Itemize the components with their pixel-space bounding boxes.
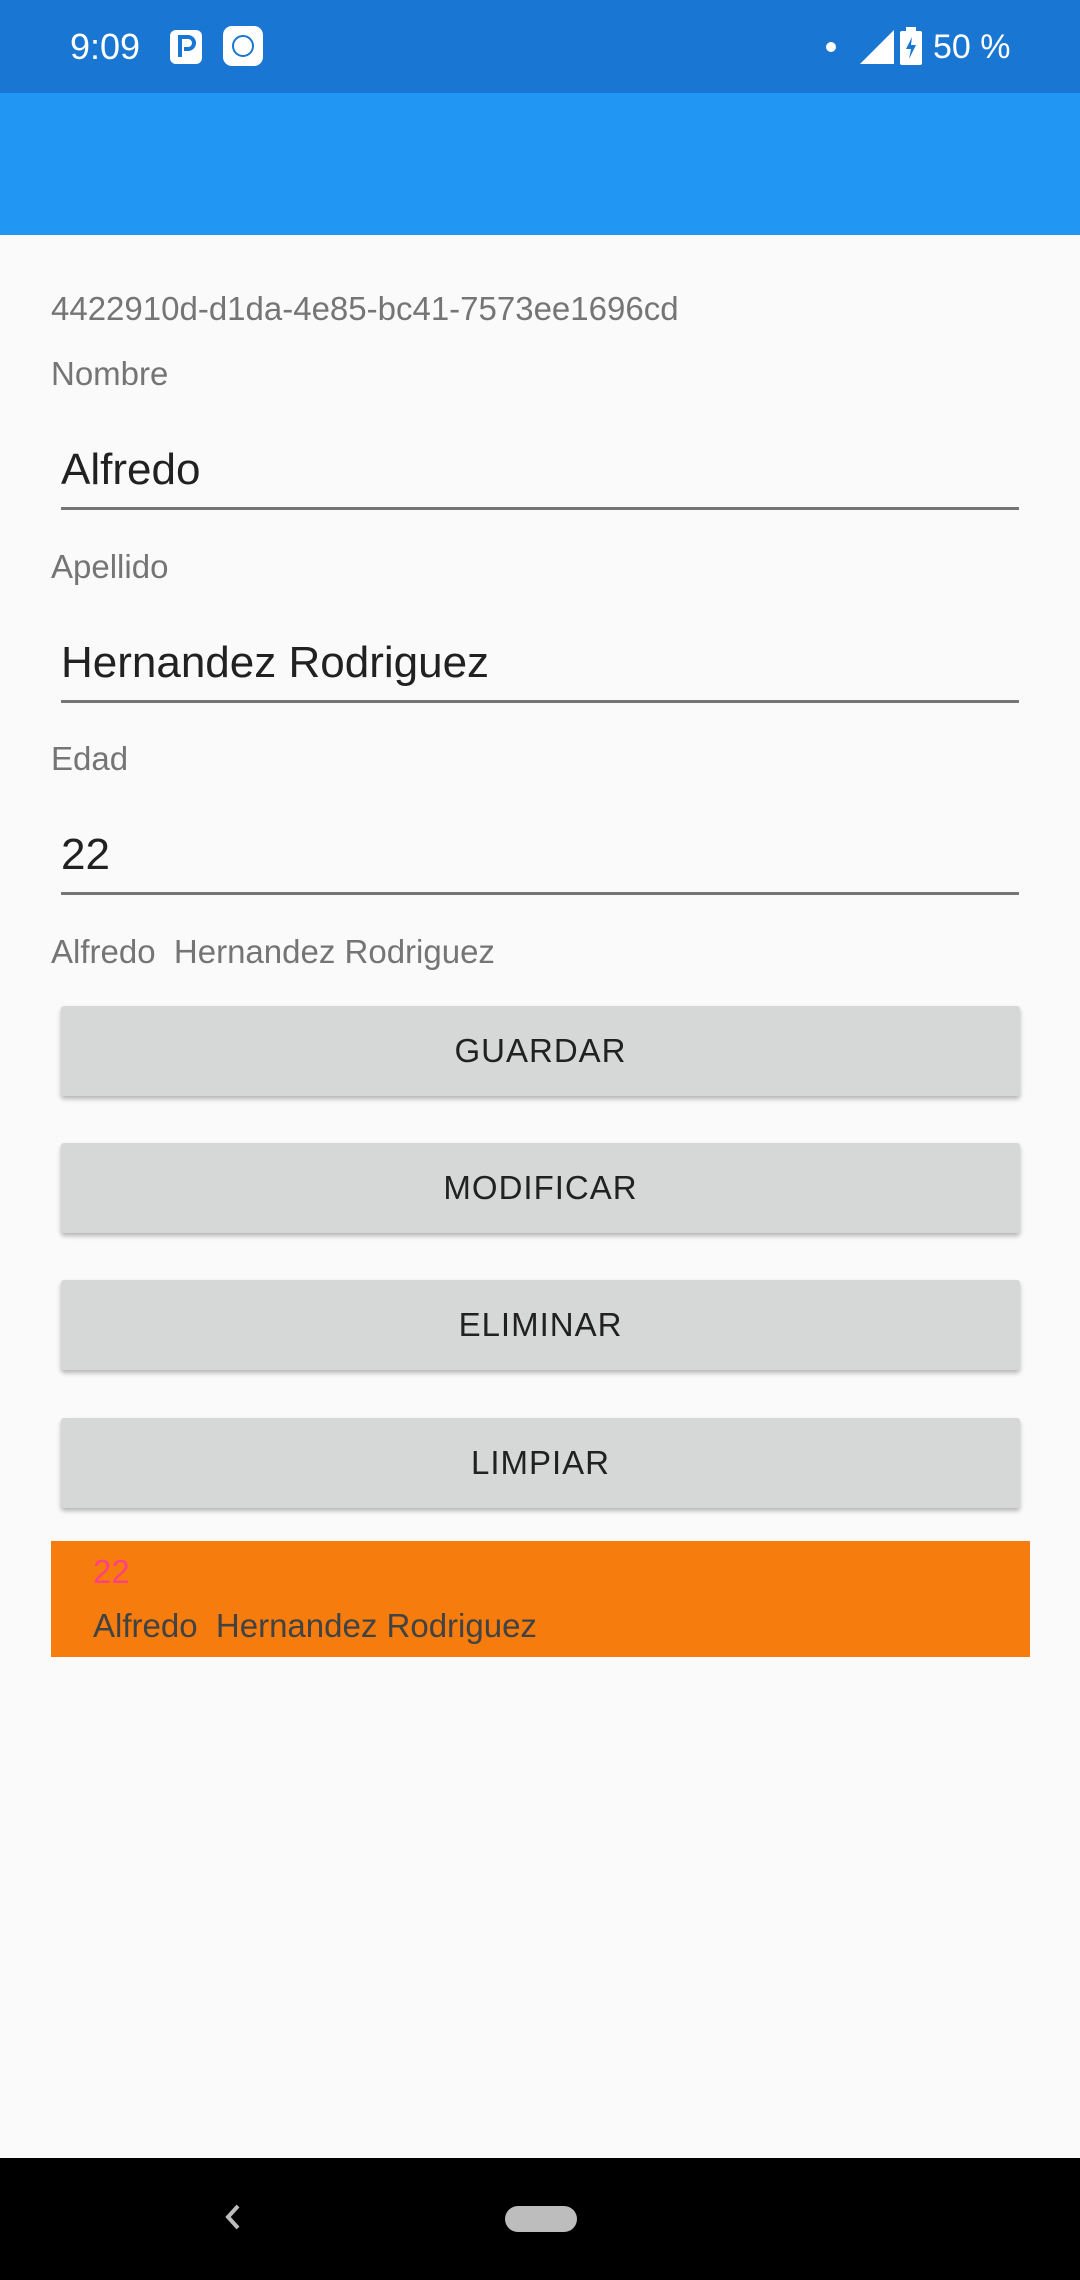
eliminar-button[interactable]: ELIMINAR [61,1280,1020,1370]
limpiar-button[interactable]: LIMPIAR [61,1418,1020,1508]
p-app-icon [170,30,202,64]
edad-input[interactable] [61,818,1019,895]
nombre-input[interactable] [61,433,1019,510]
record-id-label: 4422910d-d1da-4e85-bc41-7573ee1696cd [51,290,679,327]
apellido-input[interactable] [61,626,1019,703]
apellido-label: Apellido [51,548,169,585]
signal-icon [860,30,894,64]
nombre-label: Nombre [51,355,169,392]
status-time: 9:09 [70,26,141,67]
list-item-name: Alfredo Hernandez Rodriguez [93,1607,537,1644]
status-bar: 9:09 50 % [0,0,1080,93]
battery-percentage: 50 % [933,28,1011,66]
list-item-age: 22 [93,1553,130,1590]
battery-charging-icon [900,27,922,65]
full-name-label: Alfredo Hernandez Rodriguez [51,933,495,970]
app-bar [0,93,1080,235]
notification-dot-icon [826,42,836,52]
back-icon[interactable] [214,2194,250,2240]
guardar-button[interactable]: GUARDAR [61,1006,1020,1096]
edad-label: Edad [51,740,129,777]
app-notification-icon [223,26,263,66]
list-item[interactable]: 22 Alfredo Hernandez Rodriguez [51,1541,1030,1657]
modificar-button[interactable]: MODIFICAR [61,1143,1020,1233]
navigation-bar [0,2158,1080,2280]
home-pill-icon[interactable] [505,2206,577,2232]
